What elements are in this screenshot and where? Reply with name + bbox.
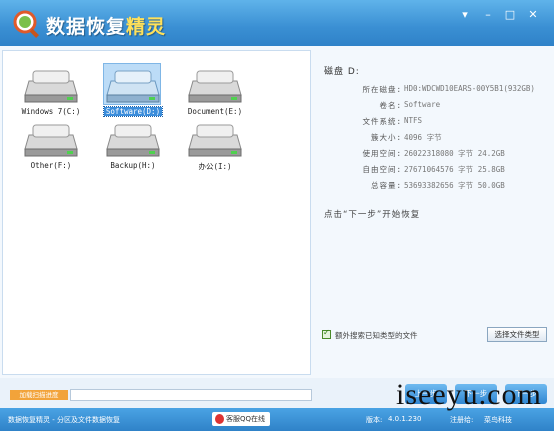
info-label: 文件系统:	[362, 117, 402, 126]
info-label: 使用空间:	[362, 149, 402, 158]
qq-label: 客服QQ在线	[226, 415, 266, 423]
info-value: HD0:WDCWD10EARS-00Y5B1(932GB)	[404, 84, 535, 93]
hard-drive-icon	[188, 124, 242, 157]
drive-item-f[interactable]: Other(F:)	[15, 117, 87, 175]
magnifier-logo-icon	[13, 10, 39, 38]
info-value: 4096 字节	[404, 133, 442, 142]
info-row-free: 自由空间: 27671064576 字节 25.8GB	[312, 164, 552, 178]
info-value: NTFS	[404, 116, 423, 125]
next-step-hint: 点击“下一步”开始恢复	[324, 210, 421, 220]
drive-item-e[interactable]: Document(E:)	[179, 63, 251, 121]
registered-label: 注册给:	[450, 416, 474, 424]
hard-drive-icon	[24, 124, 78, 157]
info-value: Software	[404, 100, 441, 109]
drive-list-panel: Windows 7(C:) Software(D:) Document(E:)	[2, 50, 311, 375]
info-row-used: 使用空间: 26022318080 字节 24.2GB	[312, 148, 552, 162]
hard-drive-icon	[106, 124, 160, 157]
disk-info-panel: 磁盘 D: 所在磁盘: HD0:WDCWD10EARS-00Y5B1(932GB…	[312, 50, 552, 375]
version-value: 4.0.1.230	[388, 415, 422, 423]
close-icon[interactable]: ✕	[526, 9, 540, 21]
drive-item-c[interactable]: Windows 7(C:)	[15, 63, 87, 121]
extra-search-label[interactable]: 额外搜索已知类型的文件	[335, 330, 418, 341]
hard-drive-icon	[24, 70, 78, 103]
drive-label: Software(D:)	[102, 106, 164, 117]
registered-name: 菜鸟科技	[484, 416, 512, 424]
minimize-icon[interactable]: –	[481, 9, 495, 21]
qq-support-button[interactable]: 客服QQ在线	[212, 412, 270, 426]
hard-drive-icon	[106, 70, 160, 103]
status-app-text: 数据恢复精灵 - 分区及文件数据恢复	[8, 416, 120, 424]
info-value: 53693382656 字节 50.0GB	[404, 181, 505, 190]
disk-heading: 磁盘 D:	[324, 67, 360, 77]
menu-icon[interactable]: ▾	[458, 9, 472, 21]
info-value: 26022318080 字节 24.2GB	[404, 149, 505, 158]
drive-label: 办公(I:)	[198, 162, 232, 171]
info-row-cluster: 簇大小: 4096 字节	[312, 132, 552, 146]
drive-label: Windows 7(C:)	[21, 107, 81, 116]
drive-item-i[interactable]: 办公(I:)	[179, 117, 251, 175]
info-label: 卷名:	[379, 101, 402, 110]
info-label: 自由空间:	[362, 165, 402, 174]
drive-label: Backup(H:)	[110, 161, 156, 170]
app-window: 数据恢复精灵 ▾ – □ ✕ Windows 7(C:) Software(D:…	[0, 0, 554, 431]
load-scan-progress-button[interactable]: 加载扫描进度	[10, 390, 68, 400]
app-title: 数据恢复精灵	[46, 17, 167, 38]
title-bar[interactable]: 数据恢复精灵 ▾ – □ ✕	[0, 0, 554, 46]
maximize-icon[interactable]: □	[503, 9, 517, 21]
version-label: 版本:	[366, 416, 383, 424]
qq-penguin-icon	[215, 414, 224, 424]
drive-item-h[interactable]: Backup(H:)	[97, 117, 169, 175]
info-label: 簇大小:	[370, 133, 402, 142]
info-row-disk: 所在磁盘: HD0:WDCWD10EARS-00Y5B1(932GB)	[312, 84, 552, 98]
info-label: 所在磁盘:	[362, 85, 402, 94]
hard-drive-icon	[188, 70, 242, 103]
select-file-type-button[interactable]: 选择文件类型	[487, 327, 547, 342]
info-row-filesystem: 文件系统: NTFS	[312, 116, 552, 130]
watermark: iseeyu.com	[396, 378, 542, 411]
drive-item-d[interactable]: Software(D:)	[97, 63, 169, 121]
progress-bar	[70, 389, 312, 401]
info-row-volume: 卷名: Software	[312, 100, 552, 114]
info-row-total: 总容量: 53693382656 字节 50.0GB	[312, 180, 552, 194]
info-label: 总容量:	[370, 181, 402, 190]
info-value: 27671064576 字节 25.8GB	[404, 165, 505, 174]
drive-label: Other(F:)	[30, 161, 72, 170]
drive-label: Document(E:)	[187, 107, 243, 116]
extra-search-checkbox[interactable]	[322, 328, 331, 339]
